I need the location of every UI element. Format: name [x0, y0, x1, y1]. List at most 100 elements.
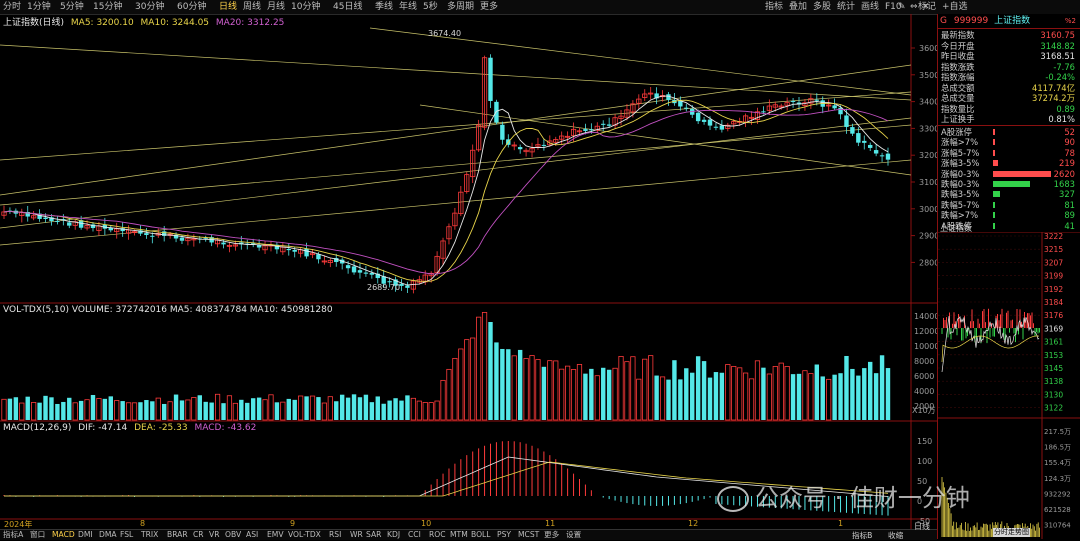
volume-bar [19, 402, 25, 421]
volume-bar [144, 400, 149, 420]
breadth-label: 涨幅3-5% [941, 158, 980, 169]
price-tick: 3100 [919, 178, 937, 187]
volume-bar [494, 342, 499, 420]
volume-bar [844, 355, 849, 420]
candle-body [345, 265, 351, 269]
market-breadth: A股涨停 52 涨幅>7% 90 涨幅5-7% 78 涨幅3-5% 219 涨幅0-3% 2620… [938, 125, 1080, 232]
volume-bar [173, 394, 179, 420]
intraday-volume-tick: 155.4万 [1044, 459, 1071, 467]
volume-bar [268, 394, 274, 421]
candle-body [405, 285, 410, 288]
high-annotation: 3674.40 [428, 29, 462, 38]
candle-body [363, 272, 369, 274]
price-tick: 2800 [919, 258, 937, 267]
collapse-tab[interactable]: 收缩 [888, 530, 903, 541]
volume-bar [832, 374, 837, 420]
volume-bar [707, 377, 713, 420]
volume-bar [7, 398, 13, 420]
volume-bar [654, 375, 659, 420]
volume-bar [737, 367, 743, 421]
stat-row: 上证换手 0.81% [941, 114, 1077, 124]
quote-title: G 999999 上证指数 %2 [940, 15, 1078, 27]
volume-bar [221, 403, 226, 420]
indicator-tabs: 指标A 窗口 MACD DMI DMA FSL TRIX BRAR CR VR OBV ASI EMV V… [0, 529, 937, 540]
volume-bar [725, 364, 731, 421]
volume-bar [120, 401, 125, 420]
price-tick: 3000 [919, 205, 937, 214]
stat-label: 指数涨幅 [941, 72, 975, 82]
volume-bar [138, 402, 143, 420]
volume-bar [684, 368, 689, 420]
volume-bar [78, 400, 84, 420]
volume-bar [458, 348, 464, 421]
volume-bar [529, 355, 535, 421]
ma-line [3, 108, 889, 275]
breadth-label: 涨幅5-7% [941, 147, 980, 158]
candle-body [304, 248, 309, 257]
breadth-label: 跌幅>7% [941, 210, 979, 221]
stat-row: 今日开盘 3148.82 [941, 41, 1077, 51]
volume-bar [203, 401, 208, 420]
volume-bar [873, 373, 879, 420]
stat-label: 指数涨跌 [941, 61, 975, 72]
prefix-label: G [940, 16, 947, 26]
stat-label: 总成交额 [941, 82, 975, 93]
volume-bar [416, 400, 422, 421]
stat-value: 0.89 [1056, 103, 1075, 114]
candle-body [500, 124, 505, 140]
breadth-row: 跌幅>7% 89 [941, 210, 1077, 220]
volume-bar [648, 355, 654, 421]
candle-body [868, 144, 873, 148]
breadth-label: 涨幅0-3% [941, 168, 980, 179]
volume-bar [161, 403, 167, 420]
volume-bar [570, 369, 577, 421]
volume-bar [155, 397, 161, 421]
mini-tab-daily[interactable]: 日线 [914, 521, 930, 532]
volume-bar [96, 398, 102, 421]
volume-bar [630, 356, 636, 421]
volume-bar [13, 397, 19, 420]
stat-row: 指数涨幅 -0.24% [941, 72, 1077, 82]
tool-tab[interactable]: +自选 [942, 1, 968, 13]
candle-body [583, 129, 588, 131]
intraday-footer: 分时走势图 [993, 528, 1030, 537]
volume-bar [410, 397, 416, 421]
stat-label: 上证换手 [941, 114, 975, 124]
volume-bar [262, 399, 268, 421]
candle-body [684, 107, 689, 109]
indicator-b-tab[interactable]: 指标B [852, 530, 872, 541]
intraday-avg-line [941, 335, 1040, 363]
breadth-value: 2620 [1053, 168, 1075, 179]
breadth-row: 涨幅5-7% 78 [941, 148, 1077, 158]
volume-bar [470, 337, 476, 421]
breadth-row: 跌幅0-3% 1683 [941, 179, 1077, 189]
volume-bar [748, 378, 755, 421]
volume-bar [576, 364, 583, 421]
volume-bar [304, 396, 309, 420]
stat-value: 3160.75 [1040, 30, 1075, 40]
volume-bar [743, 372, 749, 421]
volume-tick: 14000 [914, 312, 937, 321]
volume-bar [464, 339, 470, 421]
date-tick: 11 [545, 519, 556, 528]
quote-panel: G 999999 上证指数 %2 最新指数 3160.75 今日开盘 3148.82 昨… [937, 14, 1080, 539]
candle-body [844, 115, 849, 127]
kline-chart[interactable]: 3600350034003300320031003000290028001400… [0, 0, 937, 529]
ma-line [3, 95, 889, 286]
ma-line [3, 99, 889, 282]
intraday-price-tick: 3192 [1044, 285, 1063, 294]
volume-bar [523, 358, 529, 421]
volume-bar [589, 368, 594, 420]
volume-bar [108, 396, 113, 420]
breadth-row: 跌幅3-5% 327 [941, 189, 1077, 199]
volume-bar [102, 398, 108, 420]
breadth-label: 跌幅5-7% [941, 199, 980, 210]
intraday-price-tick: 3153 [1044, 351, 1063, 360]
volume-bar [292, 399, 297, 420]
candle-body [790, 100, 796, 102]
stat-row: 总成交量 37274.2万 [941, 93, 1077, 103]
intraday-volume-tick: 932292 [1044, 490, 1071, 498]
volume-bar [826, 378, 832, 421]
volume-bar [784, 366, 790, 421]
volume-bar [345, 397, 351, 420]
